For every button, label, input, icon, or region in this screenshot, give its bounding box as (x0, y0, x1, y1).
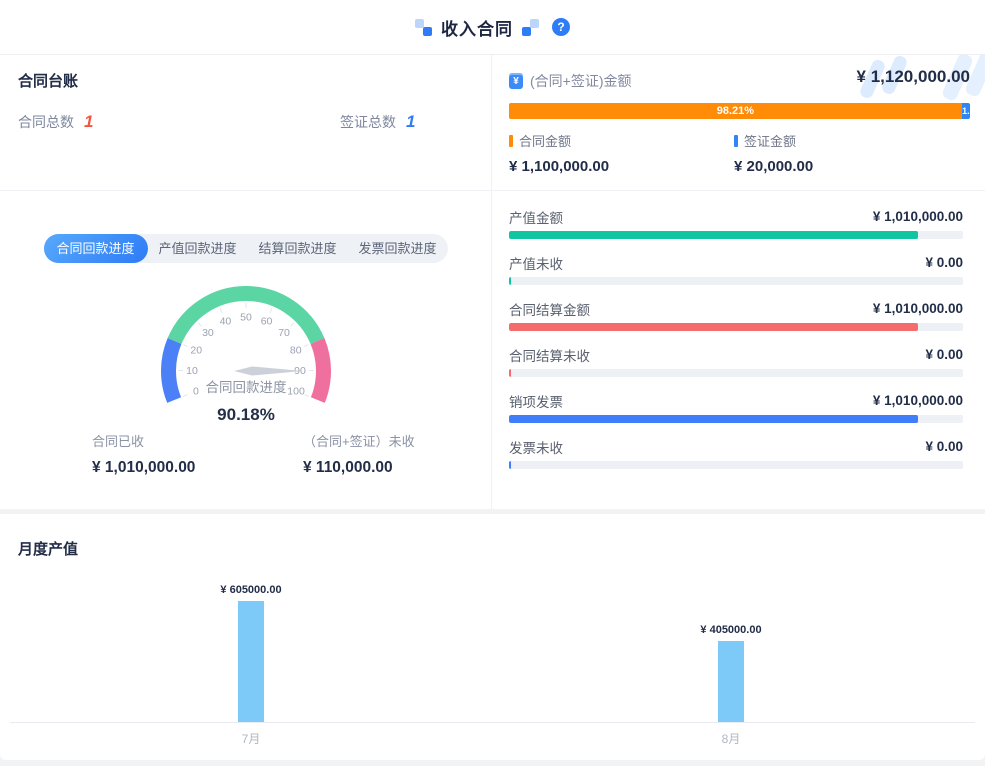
svg-text:50: 50 (240, 312, 252, 324)
metric-row: 产值未收 ¥ 0.00 (509, 254, 963, 285)
svg-text:60: 60 (261, 316, 273, 328)
bar-8月 (718, 641, 744, 722)
metric-row: 销项发票 ¥ 1,010,000.00 (509, 392, 963, 423)
svg-text:合同回款进度: 合同回款进度 (206, 380, 287, 395)
summary-label: (合同+签证)金额 (530, 71, 632, 91)
legend-marker (509, 135, 513, 147)
metric-row: 发票未收 ¥ 0.00 (509, 438, 963, 469)
metric-label: 合同结算未收 (509, 345, 590, 365)
svg-text:100: 100 (287, 386, 305, 398)
metric-progress-track (509, 323, 963, 331)
metric-row: 合同结算金额 ¥ 1,010,000.00 (509, 300, 963, 331)
metric-label: 产值金额 (509, 207, 563, 227)
ledger-stat-value: 1 (406, 112, 415, 132)
tab-合同回款进度[interactable]: 合同回款进度 (43, 234, 147, 263)
x-axis-label: 8月 (661, 730, 801, 747)
svg-text:90.18%: 90.18% (217, 405, 275, 424)
metric-progress-fill (509, 369, 511, 377)
contract-ledger-card: 合同台账 合同总数 1 签证总数 1 (0, 55, 492, 191)
bar-value-label: ¥ 405000.00 (661, 624, 801, 636)
x-axis-line (10, 722, 975, 723)
payback-gauge-chart: 0102030405060708090100合同回款进度90.18% (136, 279, 356, 434)
metric-row: 产值金额 ¥ 1,010,000.00 (509, 208, 963, 239)
svg-text:30: 30 (202, 327, 214, 339)
metric-label: 发票未收 (509, 437, 563, 457)
bar-value-label: ¥ 605000.00 (181, 584, 321, 596)
metric-progress-track (509, 231, 963, 239)
gauge-stat: 合同已收 ¥ 1,010,000.00 (92, 431, 195, 477)
page-title: 收入合同 (441, 15, 513, 40)
metric-value: ¥ 1,010,000.00 (873, 301, 963, 316)
svg-text:20: 20 (190, 345, 202, 357)
page-header: 收入合同 ? (0, 0, 985, 55)
metric-progress-track (509, 461, 963, 469)
metric-row: 合同结算未收 ¥ 0.00 (509, 346, 963, 377)
svg-text:40: 40 (220, 316, 232, 328)
svg-text:80: 80 (290, 345, 302, 357)
ratio-bar-segment: 1. (962, 103, 970, 119)
legend-marker (734, 135, 738, 147)
legend-label: 合同金额 (519, 131, 571, 150)
title-decor-right-icon (522, 19, 539, 36)
main-panel: 合同台账 合同总数 1 签证总数 1 ¥ (合同+签证)金额 ¥ 1,120,000.… (0, 55, 985, 509)
monthly-output-card: 月度产值 ¥ 605000.007月¥ 405000.008月 (0, 514, 985, 760)
ledger-title: 合同台账 (18, 70, 78, 91)
metric-label: 销项发票 (509, 391, 563, 411)
help-icon[interactable]: ? (552, 18, 570, 36)
metric-list-card: 产值金额 ¥ 1,010,000.00 产值未收 ¥ 0.00 合同结算金额 ¥ 1,01… (492, 191, 985, 509)
metric-progress-fill (509, 323, 918, 331)
metric-progress-fill (509, 415, 918, 423)
metric-progress-track (509, 415, 963, 423)
svg-text:70: 70 (278, 327, 290, 339)
metric-value: ¥ 1,010,000.00 (873, 209, 963, 224)
legend-value: ¥ 20,000.00 (734, 158, 813, 175)
metric-label: 合同结算金额 (509, 299, 590, 319)
title-decor-left-icon (415, 19, 432, 36)
amount-summary-card: ¥ (合同+签证)金额 ¥ 1,120,000.00 98.21%1. 合同金额… (492, 55, 985, 191)
bar-7月 (238, 601, 264, 722)
gauge-stat-label: 合同已收 (92, 431, 195, 450)
amount-ratio-bar: 98.21%1. (509, 103, 970, 119)
metric-value: ¥ 1,010,000.00 (873, 393, 963, 408)
summary-total-amount: ¥ 1,120,000.00 (857, 67, 970, 87)
metric-label: 产值未收 (509, 253, 563, 273)
gauge-stat-label: （合同+签证）未收 (303, 431, 415, 450)
svg-text:0: 0 (193, 386, 199, 398)
ledger-stat-value: 1 (84, 112, 93, 132)
ledger-stat: 合同总数 1 (18, 112, 93, 132)
metric-progress-track (509, 369, 963, 377)
legend-label: 签证金额 (744, 131, 796, 150)
gauge-stat-value: ¥ 110,000.00 (303, 459, 415, 477)
tab-产值回款进度[interactable]: 产值回款进度 (147, 234, 247, 263)
legend-item: 合同金额 ¥ 1,100,000.00 (509, 131, 609, 175)
legend-value: ¥ 1,100,000.00 (509, 158, 609, 175)
ledger-stat-label: 合同总数 (18, 112, 74, 132)
gauge-stat: （合同+签证）未收 ¥ 110,000.00 (303, 431, 415, 477)
metric-progress-fill (509, 277, 511, 285)
gauge-stat-value: ¥ 1,010,000.00 (92, 459, 195, 477)
payback-progress-card: 合同回款进度产值回款进度结算回款进度发票回款进度 010203040506070… (0, 191, 492, 509)
clipboard-yen-icon: ¥ (509, 73, 523, 89)
metric-progress-fill (509, 231, 918, 239)
tab-发票回款进度[interactable]: 发票回款进度 (348, 234, 448, 263)
ratio-bar-segment: 98.21% (509, 103, 962, 119)
ledger-stat-label: 签证总数 (340, 112, 396, 132)
monthly-bar-chart: ¥ 605000.00 7月 ¥ 405000.00 8月 (0, 514, 985, 760)
metric-progress-fill (509, 461, 511, 469)
svg-text:10: 10 (186, 365, 198, 377)
metric-value: ¥ 0.00 (925, 347, 963, 362)
x-axis-label: 7月 (181, 730, 321, 747)
metric-value: ¥ 0.00 (925, 439, 963, 454)
metric-value: ¥ 0.00 (925, 255, 963, 270)
metric-progress-track (509, 277, 963, 285)
legend-item: 签证金额 ¥ 20,000.00 (734, 131, 813, 175)
payback-progress-tabs: 合同回款进度产值回款进度结算回款进度发票回款进度 (43, 234, 447, 263)
ledger-stat: 签证总数 1 (340, 112, 415, 132)
tab-结算回款进度[interactable]: 结算回款进度 (248, 234, 348, 263)
